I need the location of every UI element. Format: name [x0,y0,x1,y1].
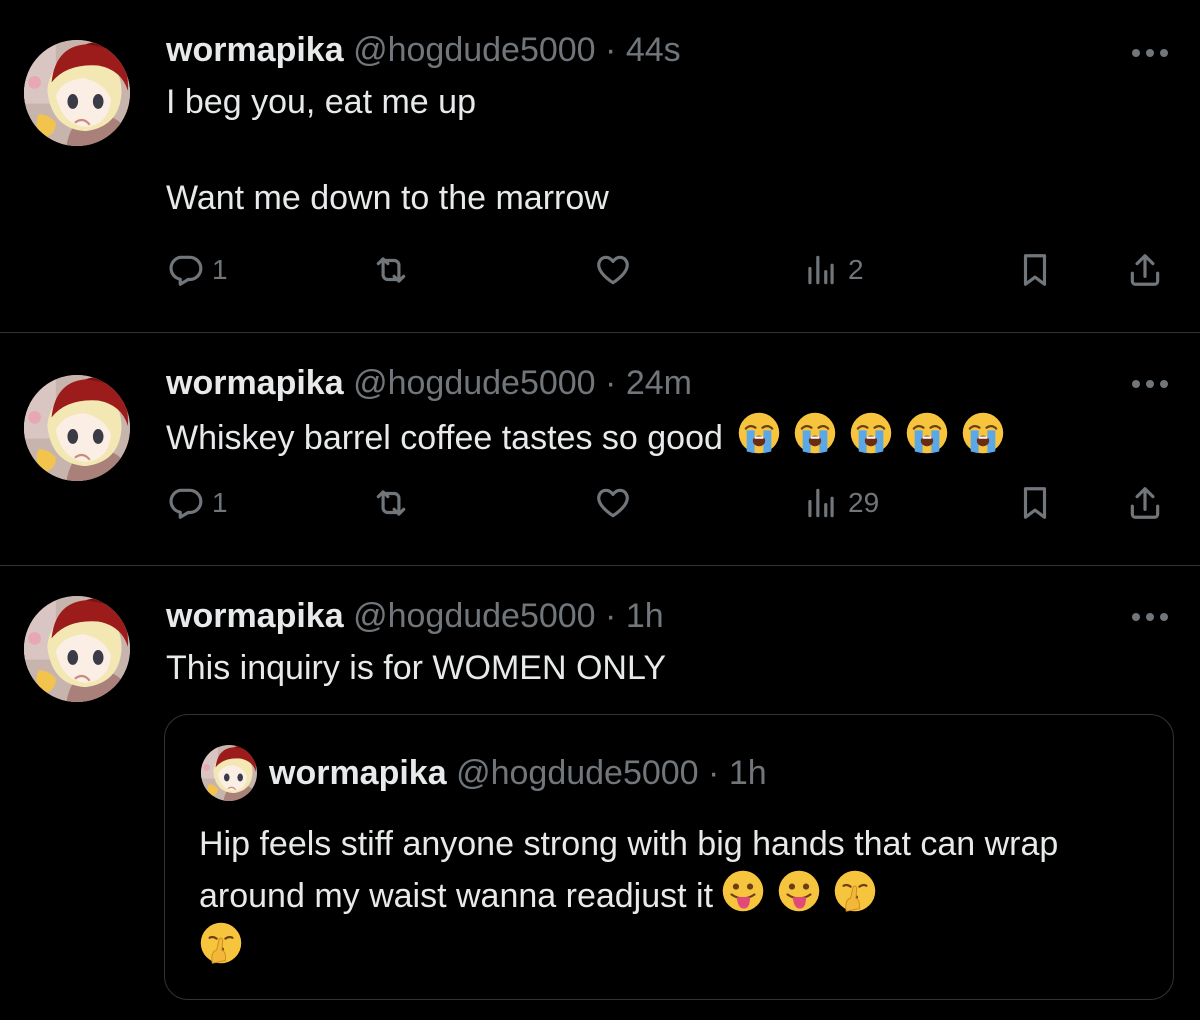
timestamp[interactable]: 1h [729,754,767,792]
views-icon [802,484,840,522]
tweet-header: wormapika @hogdude5000 · 24m [166,363,692,403]
quoted-tweet-header: wormapika @hogdude5000 · 1h [269,753,767,793]
display-name[interactable]: wormapika [269,754,447,792]
reply-count: 1 [212,254,228,285]
views-button[interactable]: 29 [802,483,879,523]
views-count: 2 [848,254,864,285]
timestamp[interactable]: 1h [626,597,664,635]
avatar[interactable] [24,596,130,702]
separator: · [605,364,617,402]
views-button[interactable]: 2 [802,250,864,290]
reply-button[interactable]: 1 [166,250,228,290]
like-button[interactable] [594,250,632,290]
tweet-header: wormapika @hogdude5000 · 44s [166,30,681,70]
quoted-tweet-text: Hip feels stiff anyone strong with big h… [199,825,1059,915]
tweet[interactable]: wormapika @hogdude5000 · 44s I beg you, … [0,0,1200,332]
loudly-crying-face-emoji [961,411,1005,455]
tweet-header: wormapika @hogdude5000 · 1h [166,596,664,636]
display-name[interactable]: wormapika [166,364,344,402]
loudly-crying-face-emoji [849,411,893,455]
avatar[interactable] [201,745,257,801]
retweet-icon [372,484,410,522]
separator: · [708,754,720,792]
avatar[interactable] [24,375,130,481]
separator: · [605,597,617,635]
shushing-face-emoji [833,869,877,913]
more-icon[interactable] [1130,46,1170,60]
user-handle[interactable]: @hogdude5000 [456,754,699,792]
reply-button[interactable]: 1 [166,483,228,523]
bookmark-button[interactable] [1016,250,1054,290]
heart-icon [594,484,632,522]
views-count: 29 [848,487,880,518]
bookmark-icon [1016,484,1054,522]
tweet[interactable]: wormapika @hogdude5000 · 24m Whiskey bar… [0,333,1200,565]
user-handle[interactable]: @hogdude5000 [353,31,596,69]
share-icon [1126,251,1164,289]
action-bar: 1 2 [166,250,1176,290]
share-button[interactable] [1126,483,1164,523]
reply-icon [166,251,204,289]
more-icon[interactable] [1130,377,1170,391]
avatar[interactable] [24,40,130,146]
quoted-tweet-card[interactable]: wormapika @hogdude5000 · 1h Hip feels st… [164,714,1174,1000]
shushing-face-emoji [199,921,243,965]
loudly-crying-face-emoji [737,411,781,455]
reply-icon [166,484,204,522]
retweet-icon [372,251,410,289]
views-icon [802,251,840,289]
share-icon [1126,484,1164,522]
tweet-text-line: Whiskey barrel coffee tastes so good [166,411,1005,462]
share-button[interactable] [1126,250,1164,290]
reply-count: 1 [212,487,228,518]
action-bar: 1 29 [166,483,1176,523]
like-button[interactable] [594,483,632,523]
retweet-button[interactable] [372,250,410,290]
face-with-tongue-emoji [721,869,765,913]
face-with-tongue-emoji [777,869,821,913]
retweet-button[interactable] [372,483,410,523]
quoted-tweet-text-block: Hip feels stiff anyone strong with big h… [199,819,1159,973]
more-icon[interactable] [1130,610,1170,624]
tweet-text: I beg you, eat me up Want me down to the… [166,83,609,217]
display-name[interactable]: wormapika [166,597,344,635]
separator: · [605,31,617,69]
loudly-crying-face-emoji [905,411,949,455]
timestamp[interactable]: 44s [626,31,681,69]
user-handle[interactable]: @hogdude5000 [353,364,596,402]
loudly-crying-face-emoji [793,411,837,455]
display-name[interactable]: wormapika [166,31,344,69]
timestamp[interactable]: 24m [626,364,692,402]
bookmark-button[interactable] [1016,483,1054,523]
user-handle[interactable]: @hogdude5000 [353,597,596,635]
tweet-text: Whiskey barrel coffee tastes so good [166,419,723,457]
tweet-text: This inquiry is for WOMEN ONLY [166,649,667,687]
heart-icon [594,251,632,289]
bookmark-icon [1016,251,1054,289]
